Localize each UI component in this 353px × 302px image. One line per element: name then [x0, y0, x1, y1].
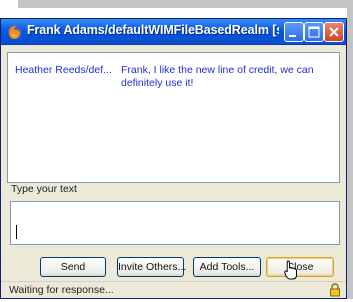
chat-transcript[interactable]: Heather Reeds/def... Frank, I like the n… [7, 52, 340, 183]
close-window-button[interactable] [324, 22, 344, 42]
message-sender: Heather Reeds/def... [15, 64, 112, 76]
lock-icon [329, 283, 341, 297]
message-text: Frank, I like the new line of credit, we… [121, 64, 314, 89]
text-caret [16, 225, 17, 239]
status-bar: Waiting for response... [1, 281, 346, 298]
backdrop-shadow-right [347, 0, 353, 299]
window-title: Frank Adams/defaultWIMFileBasedRealm [st… [27, 23, 279, 37]
add-tools-button[interactable]: Add Tools... [193, 257, 261, 277]
firefox-icon [7, 24, 23, 40]
title-bar[interactable]: Frank Adams/defaultWIMFileBasedRealm [st… [1, 19, 346, 45]
backdrop-shadow-top [18, 0, 353, 8]
status-text: Waiting for response... [9, 284, 114, 296]
close-icon [329, 27, 339, 37]
invite-others-button[interactable]: Invite Others... [117, 257, 186, 277]
chat-window: Frank Adams/defaultWIMFileBasedRealm [st… [0, 18, 347, 299]
maximize-icon [308, 26, 320, 38]
maximize-button[interactable] [304, 22, 324, 42]
close-button[interactable]: Close [266, 257, 334, 277]
compose-label: Type your text [11, 183, 77, 195]
hand-cursor-icon [284, 260, 298, 280]
minimize-icon [289, 35, 296, 37]
send-button[interactable]: Send [40, 257, 106, 277]
message-input[interactable] [10, 201, 340, 245]
minimize-button[interactable] [284, 22, 304, 42]
